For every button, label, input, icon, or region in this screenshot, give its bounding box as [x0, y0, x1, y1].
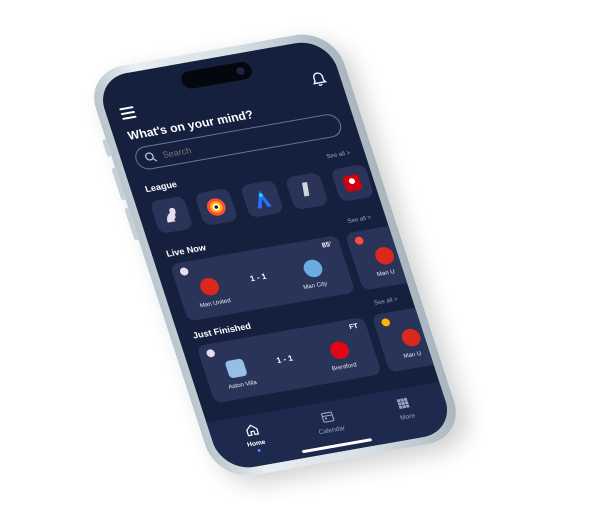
calendar-icon: [321, 411, 335, 423]
premier-league-logo: [167, 207, 177, 223]
tab-more-label: More: [399, 412, 417, 422]
premier-league-icon: [206, 349, 215, 358]
just-finished-see-all-link[interactable]: See all >: [373, 297, 398, 307]
bundesliga-logo: [342, 174, 363, 192]
man-united-crest-icon: [372, 245, 397, 266]
tab-calendar-label: Calendar: [317, 424, 347, 437]
match-score: 1 - 1: [275, 353, 295, 366]
home-icon: [246, 424, 260, 437]
home-team-name: Man U: [376, 269, 396, 279]
aston-villa-crest-icon: [224, 358, 248, 379]
laliga-icon: [354, 236, 364, 245]
serie-a-logo: [257, 190, 272, 209]
league-see-all-link[interactable]: See all >: [326, 150, 351, 160]
grid-icon: [396, 397, 410, 409]
league-tile-bundesliga[interactable]: [330, 163, 375, 203]
match-score: 1 - 1: [248, 271, 268, 284]
live-now-see-all-link[interactable]: See all >: [347, 215, 372, 225]
hamburger-menu-icon[interactable]: [119, 106, 137, 120]
away-team-name: Man City: [302, 281, 329, 292]
ligue-1-logo: [302, 181, 310, 197]
league-tile-premier-league[interactable]: [149, 195, 194, 235]
match-minute: 85': [321, 241, 333, 250]
league-tile-serie-a[interactable]: [239, 179, 285, 219]
home-team-name: Aston Villa: [227, 380, 258, 391]
search-icon: [145, 152, 158, 162]
stage: What's on your mind? League See all >: [0, 0, 614, 524]
match-status: FT: [348, 322, 360, 332]
man-united-crest-icon: [197, 276, 222, 297]
man-united-crest-icon: [399, 327, 423, 348]
tab-more[interactable]: More: [376, 392, 433, 425]
bell-icon[interactable]: [309, 71, 328, 89]
tab-home[interactable]: Home: [225, 419, 284, 456]
camera-icon: [235, 66, 246, 76]
tab-home-label: Home: [246, 438, 267, 449]
tab-calendar[interactable]: Calendar: [301, 406, 358, 439]
live-now-section-title: Live Now: [164, 242, 208, 259]
brentford-crest-icon: [327, 340, 352, 361]
active-tab-indicator: [256, 448, 261, 453]
premier-league-icon: [179, 267, 189, 276]
league-tile-laliga[interactable]: [194, 187, 239, 227]
phone-mockup: What's on your mind? League See all >: [84, 28, 466, 482]
league-carousel[interactable]: [149, 156, 419, 236]
laliga-logo: [207, 198, 227, 216]
competition-icon: [381, 318, 390, 327]
man-city-crest-icon: [301, 258, 325, 279]
home-team-name: Man U: [402, 351, 423, 360]
home-team-name: Man United: [199, 298, 232, 310]
away-team-name: Brentford: [331, 362, 358, 373]
league-section-title: League: [143, 179, 179, 195]
league-tile-ligue-1[interactable]: [284, 171, 330, 211]
